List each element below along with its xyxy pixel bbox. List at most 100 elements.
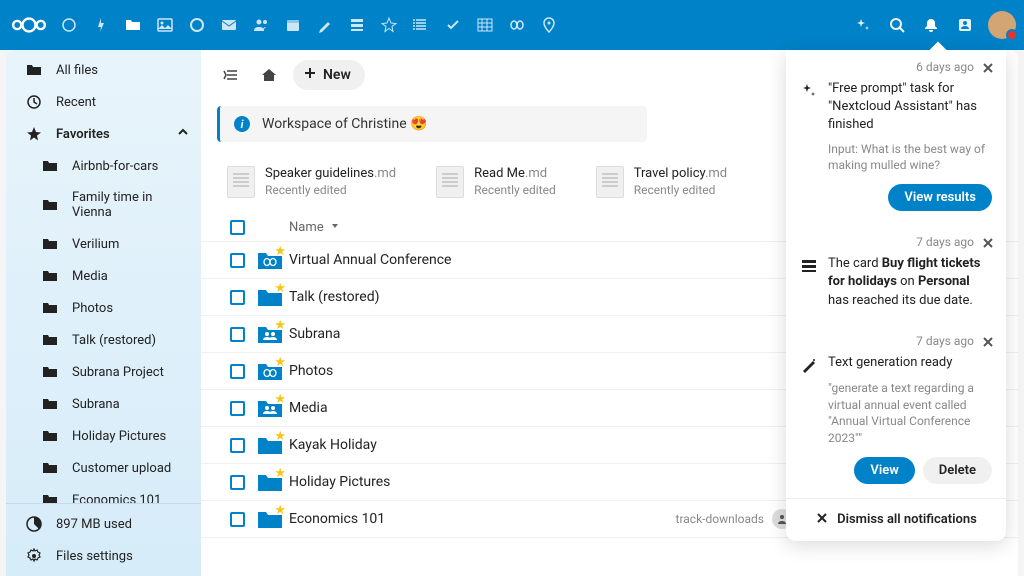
row-checkbox[interactable] [230,364,245,379]
row-checkbox[interactable] [230,512,245,527]
notification-subtext: "generate a text regarding a virtual ann… [828,380,992,447]
notification-action-button[interactable]: Delete [923,457,992,484]
sidebar-label: Holiday Pictures [72,429,166,444]
folder-icon: ★ [257,323,283,345]
folder-icon: ★ [257,434,283,456]
row-checkbox[interactable] [230,327,245,342]
folder-icon: ★ [257,397,283,419]
folder-icon [42,460,58,476]
app-talk[interactable] [182,10,212,40]
app-photos[interactable] [150,10,180,40]
folder-icon [42,332,58,348]
folder-icon [42,268,58,284]
chevron-up-icon[interactable] [177,126,189,142]
notification-action-button[interactable]: View results [888,184,992,211]
app-calendar[interactable] [278,10,308,40]
sidebar-item-favorites[interactable]: Favorites [6,118,201,150]
sidebar-label: Subrana Project [72,365,164,380]
notification-text: The card Buy flight tickets for holidays… [828,255,992,310]
status-badge-icon [1006,29,1018,41]
app-dashboard[interactable] [54,10,84,40]
sidebar-favorite-item[interactable]: Economics 101 [6,484,201,503]
app-list[interactable] [406,10,436,40]
folder-icon: ★ [257,360,283,382]
sidebar-quota[interactable]: 897 MB used [6,508,201,540]
app-tables[interactable] [470,10,500,40]
app-collectives[interactable] [502,10,532,40]
folder-icon [42,364,58,380]
document-icon [227,166,255,198]
sidebar-favorite-item[interactable]: Family time in Vienna [6,182,201,228]
logo[interactable] [8,10,50,40]
file-tag: track-downloads [676,512,764,526]
app-files[interactable] [118,10,148,40]
app-deck[interactable] [342,10,372,40]
top-bar [0,0,1024,50]
sidebar-favorite-item[interactable]: Subrana Project [6,356,201,388]
sidebar-favorite-item[interactable]: Airbnb-for-cars [6,150,201,182]
recent-file[interactable]: Travel policy.mdRecently edited [596,166,727,198]
sidebar: All files Recent Favorites Airbnb-for-ca… [6,50,201,576]
sidebar-label: Airbnb-for-cars [72,159,158,174]
gear-icon [26,548,42,564]
folder-icon: ★ [257,286,283,308]
app-contacts[interactable] [246,10,276,40]
sidebar-label: Favorites [56,127,110,142]
recent-file[interactable]: Read Me.mdRecently edited [436,166,556,198]
star-badge-icon: ★ [274,503,286,518]
sidebar-item-all-files[interactable]: All files [6,54,201,86]
sidebar-favorite-item[interactable]: Photos [6,292,201,324]
row-checkbox[interactable] [230,253,245,268]
home-icon[interactable] [255,61,283,89]
select-all-checkbox[interactable] [230,220,245,235]
notification-time: 6 days ago [800,60,992,74]
notification-time: 7 days ago [800,235,992,249]
notification-action-button[interactable]: View [854,457,914,484]
app-mail[interactable] [214,10,244,40]
close-icon[interactable] [980,60,996,76]
notification-item: 6 days ago"Free prompt" task for "Nextcl… [786,50,1006,225]
app-activity[interactable] [86,10,116,40]
sidebar-label: Recent [56,95,96,110]
sidebar-label: Media [72,269,108,284]
row-checkbox[interactable] [230,290,245,305]
search-icon[interactable] [882,10,912,40]
sidebar-favorite-item[interactable]: Holiday Pictures [6,420,201,452]
sidebar-settings[interactable]: Files settings [6,540,201,572]
new-button[interactable]: New [293,60,365,90]
app-tasks[interactable] [438,10,468,40]
star-badge-icon: ★ [274,392,286,407]
sidebar-favorite-item[interactable]: Verilium [6,228,201,260]
sidebar-favorite-item[interactable]: Media [6,260,201,292]
pie-icon [26,516,42,532]
sidebar-label: Economics 101 [72,493,161,504]
close-icon[interactable] [980,334,996,350]
assistant-icon[interactable] [848,10,878,40]
sidebar-item-recent[interactable]: Recent [6,86,201,118]
dismiss-all-button[interactable]: Dismiss all notifications [786,498,1006,541]
sidebar-favorite-item[interactable]: Talk (restored) [6,324,201,356]
info-icon: i [234,116,250,132]
notifications-icon[interactable] [916,10,946,40]
recent-file[interactable]: Speaker guidelines.mdRecently edited [227,166,396,198]
app-upgrade[interactable] [374,10,404,40]
sidebar-favorite-item[interactable]: Customer upload [6,452,201,484]
row-checkbox[interactable] [230,401,245,416]
sparkles-icon [800,82,818,100]
folder-icon [42,428,58,444]
top-right [848,10,1016,40]
workspace-banner[interactable]: i Workspace of Christine 😍 [217,106,647,142]
toggle-sidebar-icon[interactable] [217,61,245,89]
row-checkbox[interactable] [230,475,245,490]
user-avatar[interactable] [988,11,1016,39]
app-maps[interactable] [534,10,564,40]
sidebar-favorite-item[interactable]: Subrana [6,388,201,420]
contacts-menu-icon[interactable] [950,10,980,40]
star-badge-icon: ★ [274,318,286,333]
row-checkbox[interactable] [230,438,245,453]
app-notes[interactable] [310,10,340,40]
close-icon[interactable] [980,235,996,251]
document-icon [436,166,464,198]
sidebar-label: Customer upload [72,461,171,476]
file-name[interactable]: Economics 101 [289,511,676,527]
